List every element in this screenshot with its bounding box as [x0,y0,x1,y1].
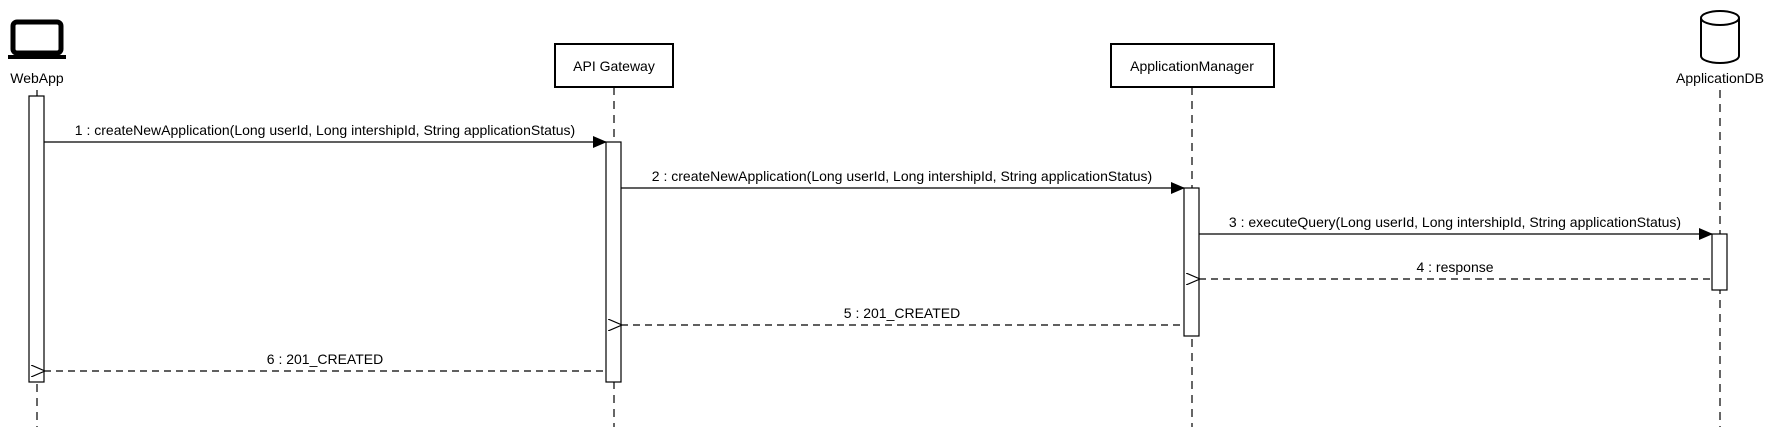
database-icon [1700,10,1740,64]
participant-label-api-gateway: API Gateway [573,58,655,74]
activation-bar-application-manager [1183,187,1200,337]
activation-bar-webapp [28,95,45,383]
laptop-icon [8,19,66,59]
message-4: 4 : response [1199,259,1712,279]
message-label-2: 2 : createNewApplication(Long userId, Lo… [652,168,1152,184]
message-3: 3 : executeQuery(Long userId, Long inter… [1199,214,1713,240]
sequence-diagram: WebApp API Gateway ApplicationManager Ap… [8,10,1764,427]
message-label-6: 6 : 201_CREATED [267,351,383,367]
message-label-5: 5 : 201_CREATED [844,305,960,321]
participant-label-application-manager: ApplicationManager [1130,58,1254,74]
message-label-4: 4 : response [1416,259,1493,275]
message-5: 5 : 201_CREATED [621,305,1184,325]
participant-api-gateway: API Gateway [554,43,674,427]
participant-label-webapp: WebApp [10,70,64,86]
message-label-1: 1 : createNewApplication(Long userId, Lo… [75,122,575,138]
participant-label-application-db: ApplicationDB [1676,70,1764,86]
message-2: 2 : createNewApplication(Long userId, Lo… [621,168,1185,194]
message-6: 6 : 201_CREATED [44,351,606,371]
participant-application-db: ApplicationDB [1676,10,1764,427]
participant-webapp: WebApp [8,19,66,427]
activation-bar-application-db [1711,233,1728,291]
message-label-3: 3 : executeQuery(Long userId, Long inter… [1229,214,1681,230]
participant-application-manager: ApplicationManager [1110,43,1275,427]
activation-bar-api-gateway [605,141,622,383]
message-1: 1 : createNewApplication(Long userId, Lo… [44,122,607,148]
